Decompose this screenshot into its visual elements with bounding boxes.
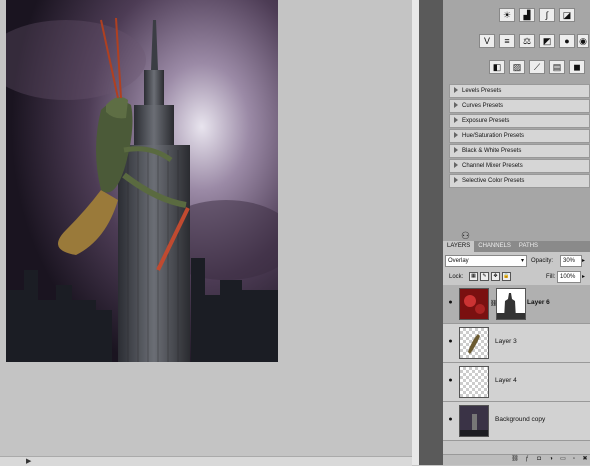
preset-channel-mixer[interactable]: Channel Mixer Presets <box>449 159 590 173</box>
expand-triangle-icon <box>454 132 458 139</box>
preset-curves[interactable]: Curves Presets <box>449 99 590 113</box>
brightness-icon[interactable]: ☀ <box>499 8 515 22</box>
hue-saturation-icon[interactable]: ≡ <box>499 34 515 48</box>
grasshopper-thumbnail <box>468 334 480 354</box>
levels-icon[interactable]: ▟ <box>519 8 535 22</box>
lock-row: Lock: ▦ ✎ ✥ 🔒 Fill: 100% ▸ <box>445 271 588 283</box>
blend-row: Overlay ▾ Opacity: 30% ▸ <box>445 255 588 267</box>
preset-black-white[interactable]: Black & White Presets <box>449 144 590 158</box>
expand-triangle-icon <box>454 102 458 109</box>
layer-name: Background copy <box>495 416 546 423</box>
gradient-map-icon[interactable]: ▤ <box>549 60 565 74</box>
fill-arrow-icon[interactable]: ▸ <box>582 272 585 282</box>
adjustment-icons-row-1: ☀ ▟ ∫ ◪ <box>443 8 590 26</box>
threshold-icon[interactable]: ⟋ <box>529 60 545 74</box>
grasshopper-empire-state-artwork <box>6 0 278 362</box>
fill-label: Fill: <box>546 274 556 280</box>
background-thumbnail <box>460 406 488 436</box>
layer-thumbnail <box>459 327 489 359</box>
preset-selective-color[interactable]: Selective Color Presets <box>449 174 590 188</box>
adjustment-icons-row-3: ◧ ▨ ⟋ ▤ ◼ <box>443 60 590 78</box>
expand-triangle-icon <box>454 117 458 124</box>
lock-all-icon[interactable]: 🔒 <box>502 272 511 281</box>
expand-triangle-icon <box>454 147 458 154</box>
adjustment-layer-icon[interactable]: ◑ <box>547 456 555 463</box>
preset-levels[interactable]: Levels Presets <box>449 84 590 98</box>
channel-mixer-icon[interactable]: ◉ <box>577 34 589 48</box>
color-balance-icon[interactable]: ⚖ <box>519 34 535 48</box>
opacity-input[interactable]: 30% <box>560 255 582 267</box>
adjustment-presets-list: Levels Presets Curves Presets Exposure P… <box>449 84 590 189</box>
fill-input[interactable]: 100% <box>557 271 581 283</box>
vertical-scrollbar[interactable] <box>412 0 419 465</box>
layer-mask-thumbnail[interactable] <box>496 288 526 320</box>
posterize-icon[interactable]: ▨ <box>509 60 525 74</box>
trash-icon[interactable]: ✖ <box>581 456 589 463</box>
lock-transparent-icon[interactable]: ▦ <box>469 272 478 281</box>
eye-icon[interactable]: ● <box>446 376 455 385</box>
vibrance-icon[interactable]: V <box>479 34 495 48</box>
eye-icon[interactable]: ● <box>446 337 455 346</box>
lock-image-icon[interactable]: ✎ <box>480 272 489 281</box>
blend-mode-select[interactable]: Overlay ▾ <box>445 255 527 267</box>
layer-row-layer-3[interactable]: ● Layer 3 <box>443 324 590 363</box>
layers-panel-footer: ⛓ ƒ ◘ ◑ ▭ ▫ ✖ <box>443 454 590 465</box>
new-layer-icon[interactable]: ▫ <box>570 456 578 463</box>
adjustment-icons-row-2: V ≡ ⚖ ◩ ● ◉ <box>443 34 590 52</box>
selective-color-icon[interactable]: ◼ <box>569 60 585 74</box>
layer-thumbnail <box>459 366 489 398</box>
opacity-arrow-icon[interactable]: ▸ <box>582 256 585 266</box>
layers-panel-tabs: LAYERS CHANNELS PATHS <box>443 241 590 252</box>
exposure-icon[interactable]: ◪ <box>559 8 575 22</box>
layer-name: Layer 4 <box>495 377 517 384</box>
red-texture-thumbnail <box>460 289 488 319</box>
layer-name: Layer 3 <box>495 338 517 345</box>
photo-filter-icon[interactable]: ● <box>559 34 575 48</box>
layer-row-layer-6[interactable]: ● ⛓ Layer 6 <box>443 285 590 324</box>
layer-thumbnail <box>459 405 489 437</box>
layer-name: Layer 6 <box>527 299 550 306</box>
lock-position-icon[interactable]: ✥ <box>491 272 500 281</box>
opacity-label: Opacity: <box>531 258 554 264</box>
preset-exposure[interactable]: Exposure Presets <box>449 114 590 128</box>
link-layers-icon[interactable]: ⛓ <box>511 456 519 463</box>
mask-silhouette <box>497 289 525 319</box>
tab-channels[interactable]: CHANNELS <box>474 241 515 252</box>
tab-layers[interactable]: LAYERS <box>443 241 475 252</box>
eye-icon[interactable]: ● <box>446 298 455 307</box>
preset-hue-saturation[interactable]: Hue/Saturation Presets <box>449 129 590 143</box>
add-mask-icon[interactable]: ◘ <box>535 456 543 463</box>
expand-triangle-icon <box>454 162 458 169</box>
layers-panel: LAYERS CHANNELS PATHS Overlay ▾ Opacity:… <box>443 241 590 465</box>
document-image[interactable] <box>6 0 278 362</box>
expand-triangle-icon <box>454 177 458 184</box>
lock-label: Lock: <box>449 274 464 280</box>
new-group-icon[interactable]: ▭ <box>559 456 567 463</box>
chevron-down-icon: ▾ <box>520 258 524 264</box>
black-white-icon[interactable]: ◩ <box>539 34 555 48</box>
curves-icon[interactable]: ∫ <box>539 8 555 22</box>
layer-row-background-copy[interactable]: ● Background copy <box>443 402 590 441</box>
panel-divider <box>419 0 443 465</box>
layer-thumbnail <box>459 288 489 320</box>
tab-paths[interactable]: PATHS <box>515 241 542 252</box>
eye-icon[interactable]: ● <box>446 415 455 424</box>
layer-row-layer-4[interactable]: ● Layer 4 <box>443 363 590 402</box>
layer-style-icon[interactable]: ƒ <box>523 456 531 463</box>
expand-triangle-icon <box>454 87 458 94</box>
invert-icon[interactable]: ◧ <box>489 60 505 74</box>
canvas-area[interactable]: ▶ <box>0 0 412 466</box>
